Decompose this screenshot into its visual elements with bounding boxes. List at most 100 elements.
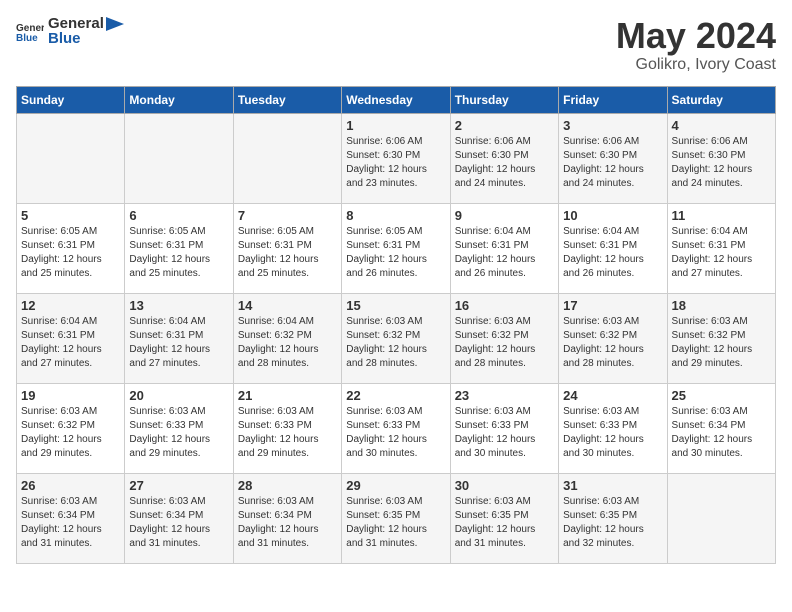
calendar-subtitle: Golikro, Ivory Coast	[616, 56, 776, 74]
day-info: Sunrise: 6:04 AM Sunset: 6:31 PM Dayligh…	[672, 225, 771, 281]
day-info: Sunrise: 6:03 AM Sunset: 6:34 PM Dayligh…	[672, 405, 771, 461]
day-info: Sunrise: 6:04 AM Sunset: 6:31 PM Dayligh…	[455, 225, 554, 281]
day-info: Sunrise: 6:03 AM Sunset: 6:35 PM Dayligh…	[346, 495, 445, 551]
day-number: 24	[563, 388, 662, 403]
title-block: May 2024 Golikro, Ivory Coast	[616, 16, 776, 74]
day-number: 3	[563, 118, 662, 133]
calendar-cell: 22 Sunrise: 6:03 AM Sunset: 6:33 PM Dayli…	[342, 383, 450, 473]
day-info: Sunrise: 6:03 AM Sunset: 6:35 PM Dayligh…	[455, 495, 554, 551]
day-header-friday: Friday	[559, 86, 667, 113]
day-number: 14	[238, 298, 337, 313]
calendar-cell: 4 Sunrise: 6:06 AM Sunset: 6:30 PM Daylig…	[667, 113, 775, 203]
calendar-cell: 1 Sunrise: 6:06 AM Sunset: 6:30 PM Daylig…	[342, 113, 450, 203]
day-number: 15	[346, 298, 445, 313]
calendar-cell: 30 Sunrise: 6:03 AM Sunset: 6:35 PM Dayli…	[450, 473, 558, 563]
day-info: Sunrise: 6:04 AM Sunset: 6:32 PM Dayligh…	[238, 315, 337, 371]
day-info: Sunrise: 6:03 AM Sunset: 6:32 PM Dayligh…	[563, 315, 662, 371]
calendar-table: SundayMondayTuesdayWednesdayThursdayFrid…	[16, 86, 776, 564]
calendar-cell: 23 Sunrise: 6:03 AM Sunset: 6:33 PM Dayli…	[450, 383, 558, 473]
day-number: 19	[21, 388, 120, 403]
calendar-cell: 3 Sunrise: 6:06 AM Sunset: 6:30 PM Daylig…	[559, 113, 667, 203]
calendar-cell: 19 Sunrise: 6:03 AM Sunset: 6:32 PM Dayli…	[17, 383, 125, 473]
day-info: Sunrise: 6:03 AM Sunset: 6:33 PM Dayligh…	[563, 405, 662, 461]
calendar-cell: 11Sunrise: 6:04 AM Sunset: 6:31 PM Dayli…	[667, 203, 775, 293]
day-number: 22	[346, 388, 445, 403]
day-number: 6	[129, 208, 228, 223]
calendar-cell: 31 Sunrise: 6:03 AM Sunset: 6:35 PM Dayli…	[559, 473, 667, 563]
day-info: Sunrise: 6:06 AM Sunset: 6:30 PM Dayligh…	[672, 135, 771, 191]
day-info: Sunrise: 6:03 AM Sunset: 6:33 PM Dayligh…	[346, 405, 445, 461]
calendar-cell: 10 Sunrise: 6:04 AM Sunset: 6:31 PM Dayli…	[559, 203, 667, 293]
day-header-saturday: Saturday	[667, 86, 775, 113]
day-info: Sunrise: 6:04 AM Sunset: 6:31 PM Dayligh…	[129, 315, 228, 371]
day-info: Sunrise: 6:04 AM Sunset: 6:31 PM Dayligh…	[563, 225, 662, 281]
day-number: 23	[455, 388, 554, 403]
day-number: 27	[129, 478, 228, 493]
day-number: 13	[129, 298, 228, 313]
calendar-cell: 17 Sunrise: 6:03 AM Sunset: 6:32 PM Dayli…	[559, 293, 667, 383]
day-info: Sunrise: 6:03 AM Sunset: 6:35 PM Dayligh…	[563, 495, 662, 551]
day-number: 8	[346, 208, 445, 223]
day-number: 30	[455, 478, 554, 493]
day-info: Sunrise: 6:03 AM Sunset: 6:33 PM Dayligh…	[129, 405, 228, 461]
day-info: Sunrise: 6:03 AM Sunset: 6:32 PM Dayligh…	[672, 315, 771, 371]
day-info: Sunrise: 6:05 AM Sunset: 6:31 PM Dayligh…	[129, 225, 228, 281]
day-info: Sunrise: 6:06 AM Sunset: 6:30 PM Dayligh…	[455, 135, 554, 191]
logo-arrow-icon	[106, 17, 124, 31]
logo: General Blue General Blue	[16, 16, 124, 47]
day-number: 17	[563, 298, 662, 313]
day-header-monday: Monday	[125, 86, 233, 113]
day-info: Sunrise: 6:03 AM Sunset: 6:34 PM Dayligh…	[129, 495, 228, 551]
calendar-cell: 16 Sunrise: 6:03 AM Sunset: 6:32 PM Dayli…	[450, 293, 558, 383]
logo-icon: General Blue	[16, 21, 44, 43]
day-number: 16	[455, 298, 554, 313]
day-number: 21	[238, 388, 337, 403]
day-info: Sunrise: 6:03 AM Sunset: 6:32 PM Dayligh…	[21, 405, 120, 461]
calendar-cell: 29 Sunrise: 6:03 AM Sunset: 6:35 PM Dayli…	[342, 473, 450, 563]
calendar-cell: 20Sunrise: 6:03 AM Sunset: 6:33 PM Dayli…	[125, 383, 233, 473]
day-info: Sunrise: 6:06 AM Sunset: 6:30 PM Dayligh…	[346, 135, 445, 191]
calendar-header: SundayMondayTuesdayWednesdayThursdayFrid…	[17, 86, 776, 113]
day-number: 1	[346, 118, 445, 133]
calendar-cell: 8 Sunrise: 6:05 AM Sunset: 6:31 PM Daylig…	[342, 203, 450, 293]
day-info: Sunrise: 6:04 AM Sunset: 6:31 PM Dayligh…	[21, 315, 120, 371]
day-info: Sunrise: 6:03 AM Sunset: 6:34 PM Dayligh…	[238, 495, 337, 551]
day-info: Sunrise: 6:06 AM Sunset: 6:30 PM Dayligh…	[563, 135, 662, 191]
day-header-thursday: Thursday	[450, 86, 558, 113]
calendar-cell: 2 Sunrise: 6:06 AM Sunset: 6:30 PM Daylig…	[450, 113, 558, 203]
day-number: 18	[672, 298, 771, 313]
day-info: Sunrise: 6:03 AM Sunset: 6:33 PM Dayligh…	[238, 405, 337, 461]
logo-text-blue: Blue	[48, 31, 124, 48]
day-number: 5	[21, 208, 120, 223]
day-number: 29	[346, 478, 445, 493]
day-number: 10	[563, 208, 662, 223]
calendar-cell: 28 Sunrise: 6:03 AM Sunset: 6:34 PM Dayli…	[233, 473, 341, 563]
day-header-tuesday: Tuesday	[233, 86, 341, 113]
calendar-cell: 6 Sunrise: 6:05 AM Sunset: 6:31 PM Daylig…	[125, 203, 233, 293]
day-info: Sunrise: 6:03 AM Sunset: 6:33 PM Dayligh…	[455, 405, 554, 461]
calendar-cell: 7Sunrise: 6:05 AM Sunset: 6:31 PM Daylig…	[233, 203, 341, 293]
day-header-sunday: Sunday	[17, 86, 125, 113]
day-number: 25	[672, 388, 771, 403]
day-info: Sunrise: 6:03 AM Sunset: 6:32 PM Dayligh…	[455, 315, 554, 371]
calendar-cell: 5Sunrise: 6:05 AM Sunset: 6:31 PM Daylig…	[17, 203, 125, 293]
day-info: Sunrise: 6:03 AM Sunset: 6:32 PM Dayligh…	[346, 315, 445, 371]
calendar-cell: 21 Sunrise: 6:03 AM Sunset: 6:33 PM Dayli…	[233, 383, 341, 473]
calendar-cell: 13 Sunrise: 6:04 AM Sunset: 6:31 PM Dayli…	[125, 293, 233, 383]
calendar-cell	[667, 473, 775, 563]
calendar-cell: 26 Sunrise: 6:03 AM Sunset: 6:34 PM Dayli…	[17, 473, 125, 563]
day-number: 12	[21, 298, 120, 313]
calendar-cell: 15 Sunrise: 6:03 AM Sunset: 6:32 PM Dayli…	[342, 293, 450, 383]
calendar-cell: 27 Sunrise: 6:03 AM Sunset: 6:34 PM Dayli…	[125, 473, 233, 563]
day-info: Sunrise: 6:05 AM Sunset: 6:31 PM Dayligh…	[346, 225, 445, 281]
day-number: 26	[21, 478, 120, 493]
day-number: 28	[238, 478, 337, 493]
day-number: 4	[672, 118, 771, 133]
calendar-cell: 25 Sunrise: 6:03 AM Sunset: 6:34 PM Dayli…	[667, 383, 775, 473]
calendar-cell: 18 Sunrise: 6:03 AM Sunset: 6:32 PM Dayli…	[667, 293, 775, 383]
day-number: 7	[238, 208, 337, 223]
day-info: Sunrise: 6:03 AM Sunset: 6:34 PM Dayligh…	[21, 495, 120, 551]
day-number: 31	[563, 478, 662, 493]
day-number: 2	[455, 118, 554, 133]
calendar-cell	[125, 113, 233, 203]
